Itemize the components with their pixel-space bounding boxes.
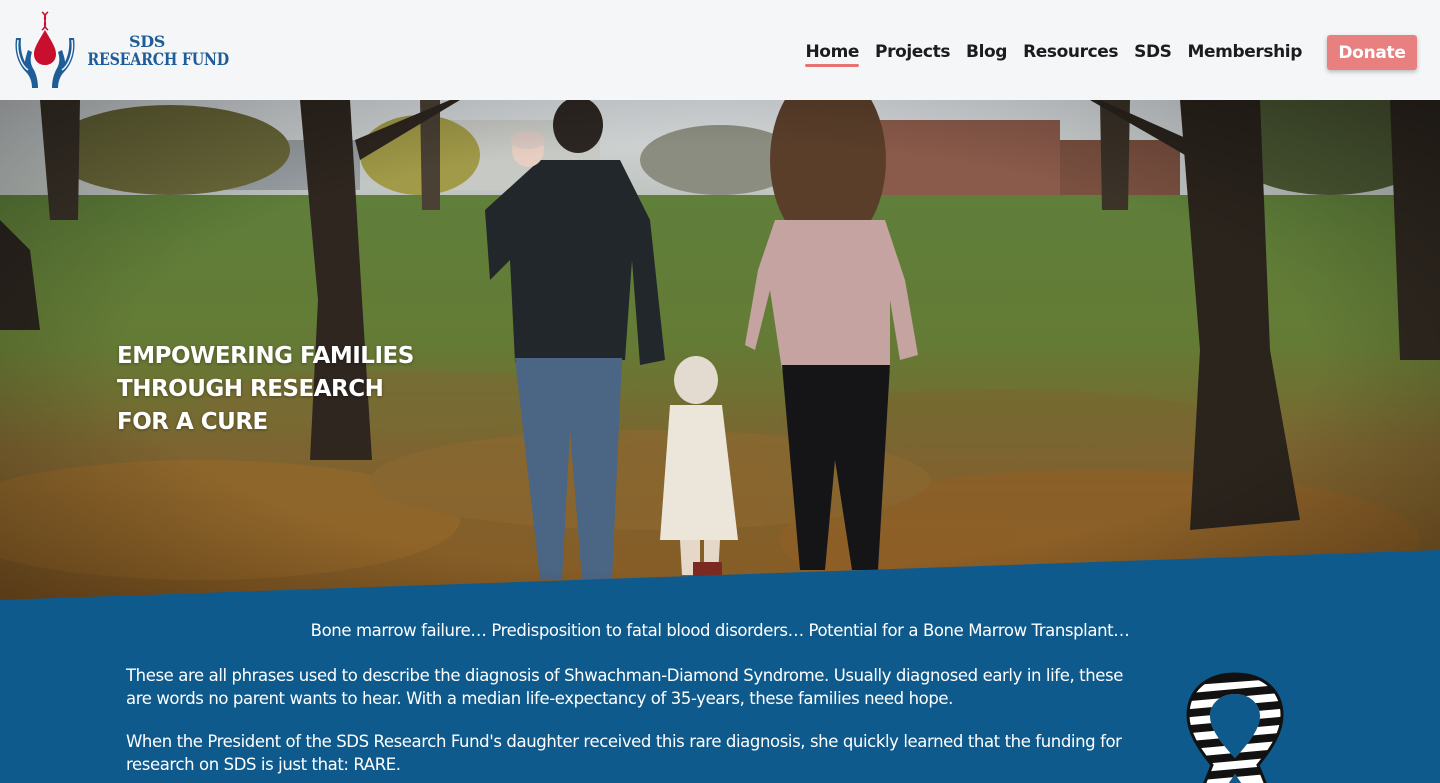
nav-blog[interactable]: Blog [958,40,1015,64]
nav-sds[interactable]: SDS [1126,40,1179,64]
nav-home[interactable]: Home [797,40,867,67]
logo-line-2: RESEARCH FUND [87,50,229,70]
hands-blood-drop-logo-icon [15,11,75,88]
paragraph-president-story: When the President of the SDS Research F… [126,732,1122,774]
about-sds-section: Bone marrow failure… Predisposition to f… [0,550,1440,783]
hero-headline-line-3: FOR A CURE [117,409,268,435]
site-header: SDS RESEARCH FUND Home Projects Blog Res… [0,0,1440,100]
hero-headline: EMPOWERING FAMILIES THROUGH RESEARCH FOR… [117,340,414,439]
nav-projects[interactable]: Projects [867,40,958,64]
logo-line-1: SDS [128,32,166,51]
donate-button[interactable]: Donate [1327,35,1417,70]
nav-membership[interactable]: Membership [1180,40,1310,64]
hero-headline-line-1: EMPOWERING FAMILIES [117,343,414,369]
main-nav: Home Projects Blog Resources SDS Members… [797,40,1310,67]
intro-text: Bone marrow failure… Predisposition to f… [310,621,1130,640]
paragraph-diagnosis: These are all phrases used to describe t… [126,666,1123,708]
nav-resources[interactable]: Resources [1015,40,1126,64]
logo-wordmark: SDS RESEARCH FUND [76,32,229,70]
site-logo[interactable]: SDS RESEARCH FUND [12,8,229,92]
zebra-awareness-ribbon-icon [1186,672,1284,783]
hero-section: EMPOWERING FAMILIES THROUGH RESEARCH FOR… [0,100,1440,620]
hero-headline-line-2: THROUGH RESEARCH [117,376,384,402]
